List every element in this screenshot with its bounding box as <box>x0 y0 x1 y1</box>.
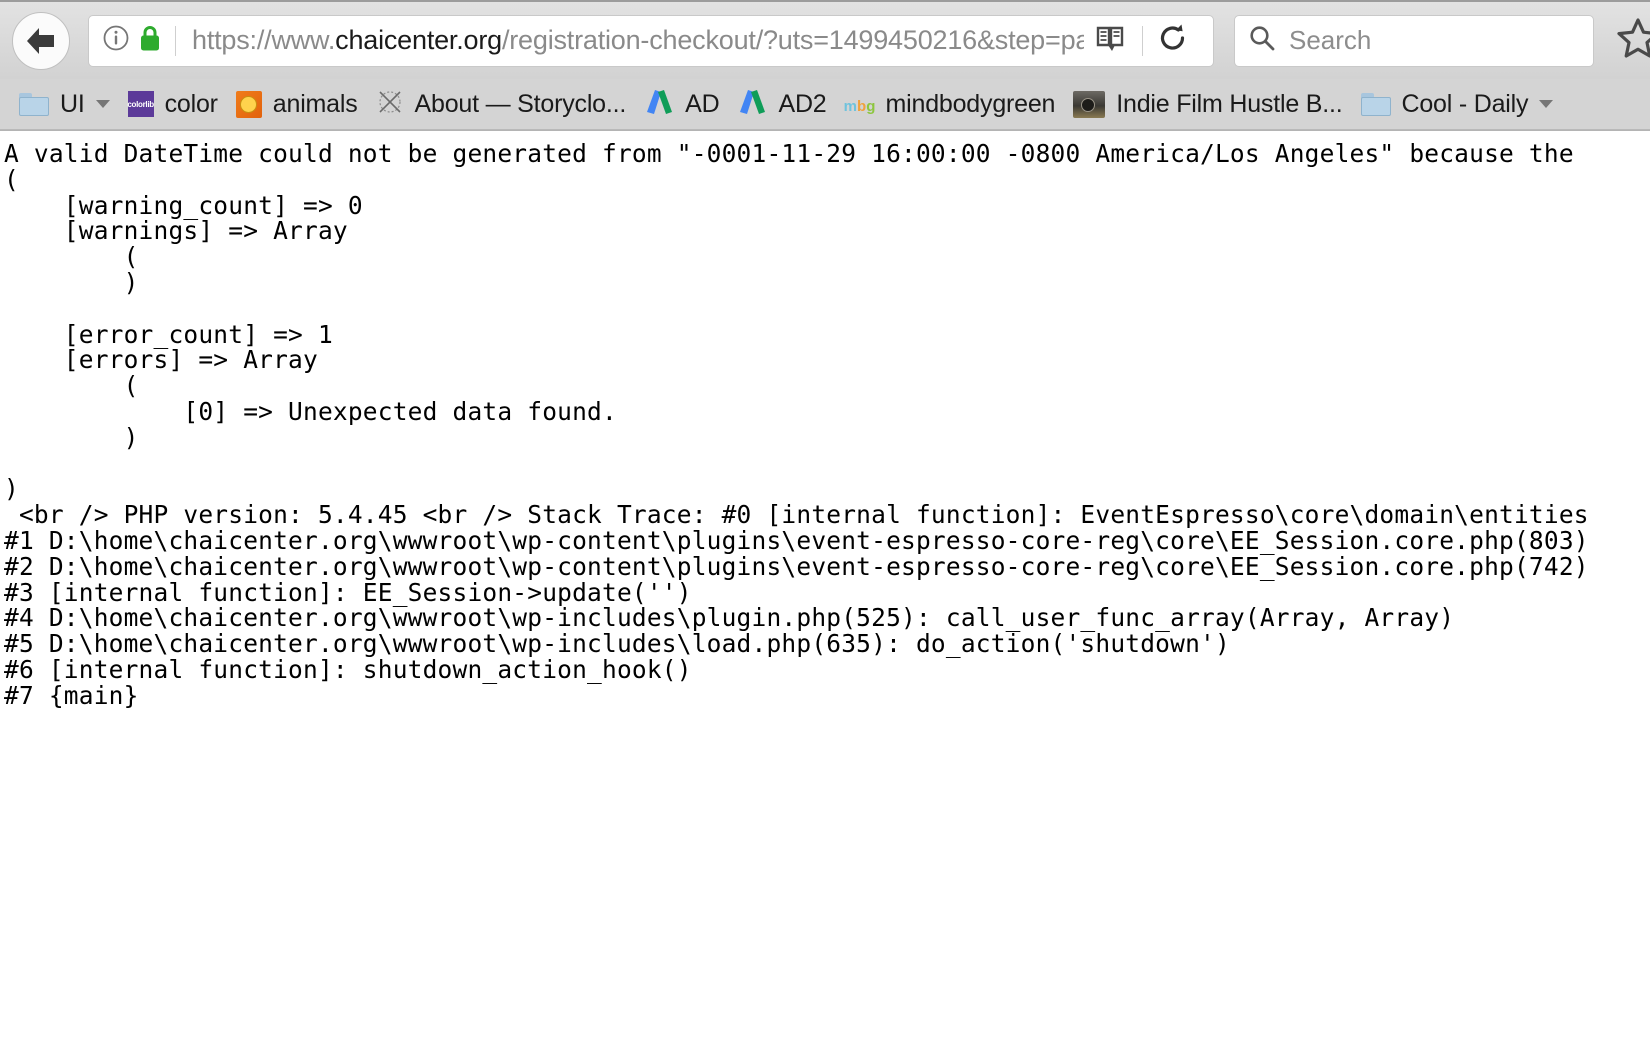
bookmark-label: Cool - Daily <box>1401 89 1529 118</box>
mbg-icon: mbg <box>843 98 876 115</box>
navigation-toolbar: https://www.chaicenter.org/registration-… <box>0 0 1650 79</box>
reload-icon[interactable] <box>1159 23 1187 58</box>
bookmark-ad2[interactable]: AD2 <box>728 84 835 124</box>
error-message-line: A valid DateTime could not be generated … <box>4 141 1574 167</box>
browser-chrome: https://www.chaicenter.org/registration-… <box>0 0 1650 131</box>
bookmark-label: AD2 <box>778 89 827 118</box>
search-bar[interactable]: Search <box>1234 14 1594 67</box>
search-input[interactable]: Search <box>1289 25 1371 56</box>
bookmark-ui[interactable]: UI <box>10 84 119 124</box>
search-icon <box>1249 25 1275 56</box>
bookmarks-bar: UI colorlib color animals About — Storyc… <box>0 79 1650 130</box>
storyclothing-icon <box>376 88 404 121</box>
google-ads-icon <box>737 88 767 121</box>
back-button[interactable] <box>12 11 70 70</box>
bookmark-cool-daily[interactable]: Cool - Daily <box>1352 84 1563 124</box>
toolbar-separator <box>1142 25 1143 56</box>
url-path: /registration-checkout/?uts=1499450216&s… <box>501 25 1084 55</box>
camera-icon <box>1073 90 1106 118</box>
address-bar[interactable]: https://www.chaicenter.org/registration-… <box>88 14 1214 67</box>
back-arrow-icon <box>27 27 54 54</box>
bookmark-label: color <box>164 89 218 118</box>
folder-icon <box>19 92 49 116</box>
bookmark-label: Indie Film Hustle B... <box>1116 89 1343 118</box>
chevron-down-icon[interactable] <box>95 100 110 108</box>
url-host: chaicenter.org <box>335 25 502 55</box>
bookmark-animals[interactable]: animals <box>227 84 367 124</box>
php-stack-trace-block: <br /> PHP version: 5.4.45 <br /> Stack … <box>4 502 1589 709</box>
page-content: A valid DateTime could not be generated … <box>0 131 1650 709</box>
bookmark-ad[interactable]: AD <box>635 84 728 124</box>
animals-icon <box>235 90 262 118</box>
bookmark-label: mindbodygreen <box>885 89 1056 118</box>
url-prefix: https://www. <box>192 25 336 55</box>
bookmark-label: UI <box>60 89 85 118</box>
url-text: https://www.chaicenter.org/registration-… <box>192 25 1084 56</box>
error-array-block: ( [warning_count] => 0 [warnings] => Arr… <box>4 166 617 503</box>
bookmark-label: About — Storyclo... <box>414 89 627 118</box>
bookmark-mindbodygreen[interactable]: mbg mindbodygreen <box>836 84 1065 124</box>
folder-icon <box>1360 92 1391 116</box>
reader-view-icon[interactable] <box>1096 25 1126 57</box>
bookmark-label: animals <box>272 89 358 118</box>
info-icon[interactable] <box>103 25 129 56</box>
colorlib-icon: colorlib <box>127 91 154 117</box>
google-ads-icon <box>644 88 674 121</box>
chevron-down-icon[interactable] <box>1539 100 1554 108</box>
bookmark-about-storyclothing[interactable]: About — Storyclo... <box>367 84 636 124</box>
lock-icon <box>139 25 161 57</box>
bookmark-label: AD <box>685 89 720 118</box>
star-bookmark-icon[interactable] <box>1616 16 1650 65</box>
bookmark-indie-film-hustle[interactable]: Indie Film Hustle B... <box>1064 84 1351 124</box>
bookmark-color[interactable]: colorlib color <box>119 84 227 124</box>
url-divider <box>175 25 176 56</box>
